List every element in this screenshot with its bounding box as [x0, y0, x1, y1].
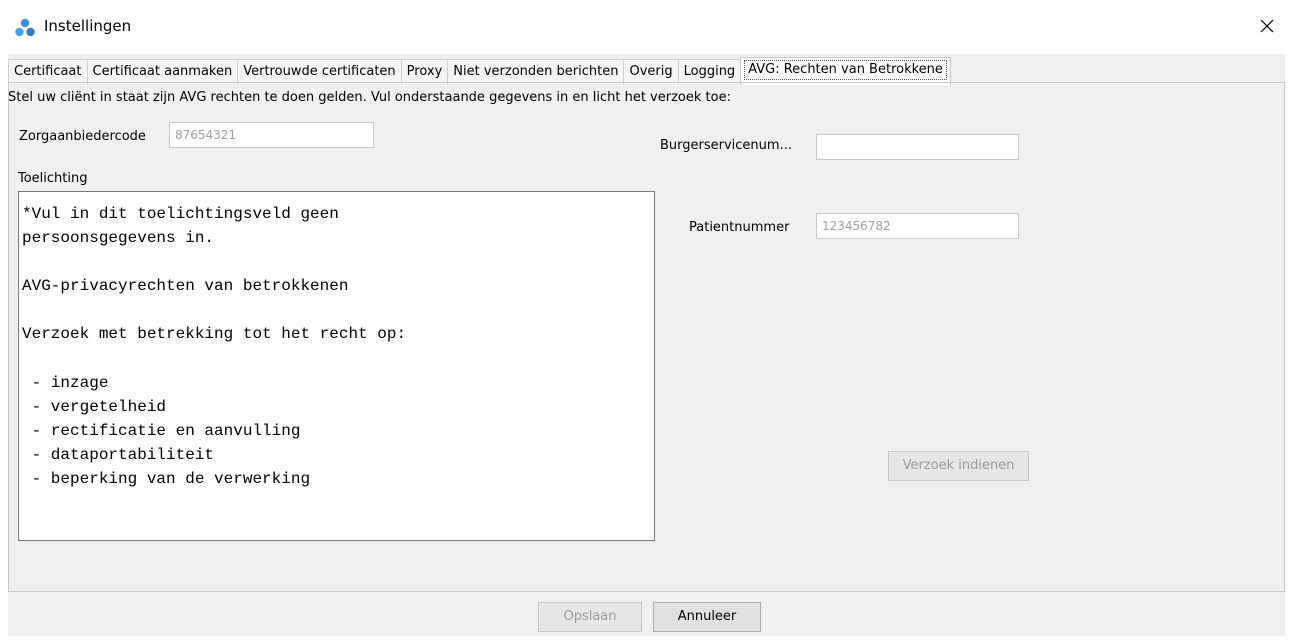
patientnummer-label: Patientnummer [689, 220, 790, 235]
bsn-field[interactable] [816, 134, 1019, 160]
close-button[interactable] [1244, 8, 1290, 48]
tab-strip: Certificaat Certificaat aanmaken Vertrou… [8, 57, 951, 85]
verzoek-indienen-button[interactable]: Verzoek indienen [888, 451, 1029, 481]
tab-proxy[interactable]: Proxy [400, 59, 449, 84]
zorgaanbiedercode-label: Zorgaanbiedercode [19, 129, 146, 144]
window-title: Instellingen [44, 17, 132, 35]
tab-certificaat-aanmaken[interactable]: Certificaat aanmaken [86, 59, 239, 84]
tab-vertrouwde-certificaten[interactable]: Vertrouwde certificaten [237, 59, 402, 84]
close-icon [1260, 19, 1274, 37]
instruction-text: Stel uw cliënt in staat zijn AVG rechten… [8, 90, 731, 105]
cancel-button[interactable]: Annuleer [653, 602, 761, 632]
app-logo-icon [14, 17, 36, 39]
toelichting-label: Toelichting [18, 171, 88, 186]
title-bar: Instellingen [0, 0, 1291, 54]
bsn-label: Burgerservicenum... [660, 138, 792, 153]
zorgaanbiedercode-field[interactable]: 87654321 [169, 122, 374, 148]
save-button[interactable]: Opslaan [538, 602, 642, 632]
settings-panel: Certificaat Certificaat aanmaken Vertrou… [8, 54, 1285, 636]
tab-logging[interactable]: Logging [677, 59, 742, 84]
tab-avg-rechten[interactable]: AVG: Rechten van Betrokkene [740, 57, 951, 85]
tab-overig[interactable]: Overig [623, 59, 679, 84]
toelichting-textarea[interactable]: *Vul in dit toelichtingsveld geen persoo… [18, 191, 655, 541]
tab-niet-verzonden-berichten[interactable]: Niet verzonden berichten [447, 59, 625, 84]
patientnummer-field[interactable]: 123456782 [816, 213, 1019, 239]
tab-certificaat[interactable]: Certificaat [8, 59, 88, 84]
